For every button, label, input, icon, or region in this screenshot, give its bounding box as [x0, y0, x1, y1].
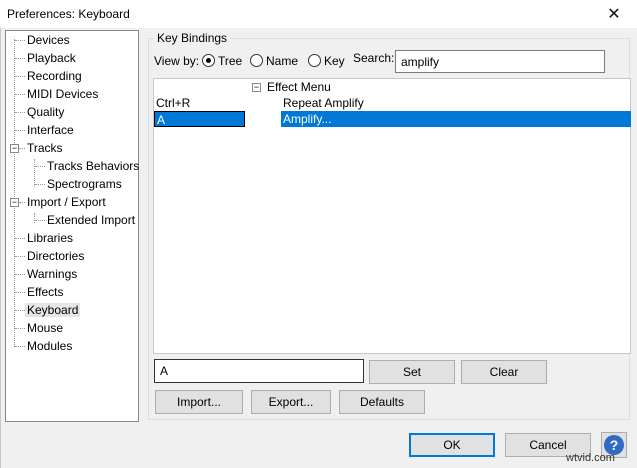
tree-item-tracks-behaviors[interactable]: Tracks Behaviors — [45, 158, 141, 174]
export-label: Export... — [268, 395, 314, 409]
tree-item-midi-devices[interactable]: MIDI Devices — [25, 86, 100, 102]
tree-item-label: Import / Export — [27, 195, 106, 209]
tree-item-quality[interactable]: Quality — [25, 104, 66, 120]
search-label: Search: — [353, 51, 395, 65]
tree-connector — [15, 256, 25, 257]
tree-item-extended-import[interactable]: Extended Import — [45, 212, 137, 228]
import-button[interactable]: Import... — [155, 390, 243, 414]
cancel-label: Cancel — [529, 438, 567, 452]
collapse-icon[interactable]: − — [10, 144, 19, 153]
tree-connector — [34, 159, 35, 187]
tree-item-label: Interface — [27, 123, 74, 137]
radio-tree-label[interactable]: Tree — [218, 54, 242, 68]
radio-tree[interactable] — [202, 54, 215, 67]
tree-item-import-export[interactable]: Import / Export — [25, 194, 108, 210]
tree-connector — [35, 220, 45, 221]
tree-item-libraries[interactable]: Libraries — [25, 230, 75, 246]
tree-item-effects[interactable]: Effects — [25, 284, 65, 300]
tree-connector — [15, 40, 25, 41]
tree-connector — [15, 328, 25, 329]
tree-item-label: Effects — [27, 285, 64, 299]
tree-item-label: Tracks Behaviors — [47, 159, 140, 173]
ok-label: OK — [443, 438, 461, 452]
tree-item-label: Mouse — [27, 321, 64, 335]
tree-connector — [15, 58, 25, 59]
clear-label: Clear — [489, 365, 519, 379]
key-bindings-list[interactable]: − Effect Menu Ctrl+R Repeat Amplify A Am… — [153, 78, 631, 354]
binding-name[interactable]: Amplify... — [281, 111, 631, 127]
radio-key-label[interactable]: Key — [324, 54, 345, 68]
tree-item-label: Directories — [27, 249, 85, 263]
defaults-label: Defaults — [359, 395, 405, 409]
group-title: Key Bindings — [154, 31, 231, 45]
binding-key[interactable]: A — [154, 111, 245, 127]
category-label[interactable]: Effect Menu — [267, 79, 331, 95]
tree-item-tracks[interactable]: Tracks — [25, 140, 65, 156]
tree-item-mouse[interactable]: Mouse — [25, 320, 65, 336]
window-border — [0, 28, 1, 468]
tree-item-directories[interactable]: Directories — [25, 248, 86, 264]
collapse-icon[interactable]: − — [10, 198, 19, 207]
export-button[interactable]: Export... — [251, 390, 331, 414]
tree-item-playback[interactable]: Playback — [25, 50, 78, 66]
close-button[interactable]: ✕ — [591, 0, 637, 28]
view-by-label: View by: — [154, 54, 200, 68]
tree-item-devices[interactable]: Devices — [25, 32, 72, 48]
tree-connector — [15, 130, 25, 131]
tree-item-label: Recording — [27, 69, 82, 83]
tree-item-keyboard[interactable]: Keyboard — [25, 302, 81, 318]
tree-connector — [15, 346, 25, 347]
key-shortcut-input[interactable] — [154, 359, 364, 383]
watermark: wtvid.com — [566, 452, 615, 464]
binding-key[interactable]: Ctrl+R — [156, 95, 190, 111]
radio-name[interactable] — [250, 54, 263, 67]
tree-connector — [15, 94, 25, 95]
tree-item-label: Modules — [27, 339, 73, 353]
tree-item-warnings[interactable]: Warnings — [25, 266, 79, 282]
set-button[interactable]: Set — [369, 360, 455, 384]
set-label: Set — [402, 365, 421, 379]
tree-item-label: Playback — [27, 51, 76, 65]
tree-item-interface[interactable]: Interface — [25, 122, 76, 138]
tree-connector — [14, 39, 15, 347]
binding-name[interactable]: Repeat Amplify — [283, 95, 364, 111]
tree-item-label: Tracks — [27, 141, 63, 155]
tree-connector — [15, 274, 25, 275]
ok-button[interactable]: OK — [409, 433, 495, 457]
tree-item-label: Extended Import — [47, 213, 136, 227]
tree-connector — [15, 292, 25, 293]
tree-item-label: Libraries — [27, 231, 74, 245]
tree-connector — [35, 184, 45, 185]
radio-key[interactable] — [308, 54, 321, 67]
defaults-button[interactable]: Defaults — [339, 390, 425, 414]
search-input[interactable] — [395, 50, 605, 73]
tree-connector — [15, 76, 25, 77]
tree-connector — [15, 238, 25, 239]
tree-connector — [34, 213, 35, 223]
tree-item-label: Keyboard — [25, 303, 81, 317]
tree-item-label: MIDI Devices — [27, 87, 99, 101]
title-bar: Preferences: Keyboard ✕ — [0, 0, 637, 28]
tree-item-spectrograms[interactable]: Spectrograms — [45, 176, 124, 192]
tree-item-label: Warnings — [27, 267, 78, 281]
tree-item-recording[interactable]: Recording — [25, 68, 84, 84]
tree-item-label: Quality — [27, 105, 65, 119]
tree-connector — [15, 310, 25, 311]
clear-button[interactable]: Clear — [461, 360, 547, 384]
tree-item-modules[interactable]: Modules — [25, 338, 74, 354]
tree-connector — [35, 166, 45, 167]
tree-connector — [15, 112, 25, 113]
tree-item-label: Devices — [27, 33, 70, 47]
collapse-icon[interactable]: − — [252, 83, 261, 92]
close-icon: ✕ — [607, 6, 621, 23]
tree-item-label: Spectrograms — [47, 177, 122, 191]
radio-name-label[interactable]: Name — [266, 54, 298, 68]
import-label: Import... — [176, 395, 221, 409]
window-title: Preferences: Keyboard — [7, 7, 130, 21]
preferences-tree[interactable]: − − Devices Playback Recording MIDI Devi… — [5, 30, 139, 422]
